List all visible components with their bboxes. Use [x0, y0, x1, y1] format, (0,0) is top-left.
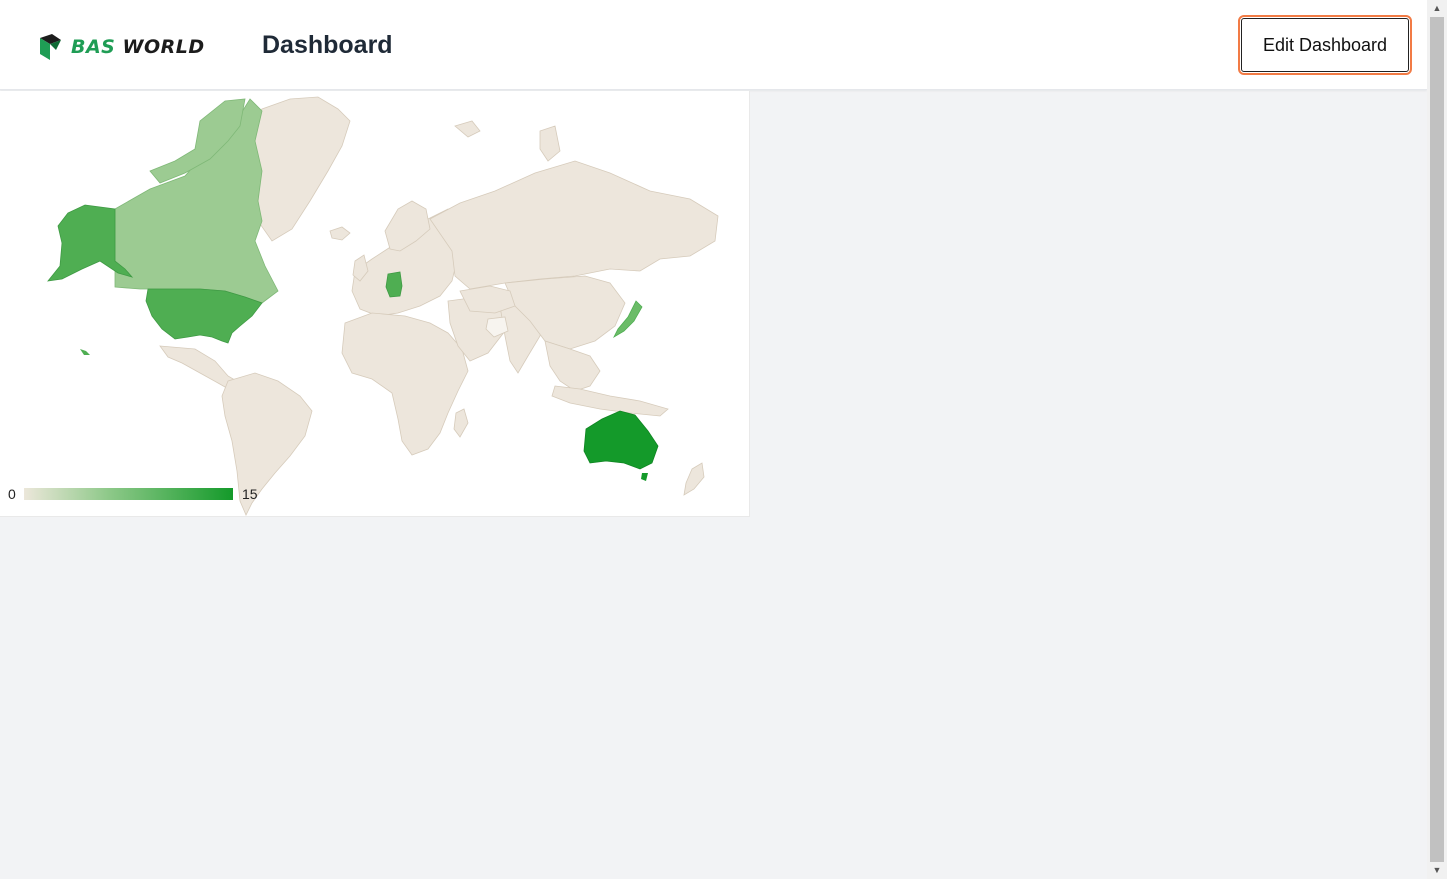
region-new-zealand: [683, 462, 705, 496]
logo-text-bas: BAS: [71, 36, 116, 58]
world-map: [47, 96, 719, 516]
scroll-down-arrow-icon[interactable]: ▼: [1427, 862, 1447, 879]
region-iceland: [329, 226, 351, 241]
bas-world-logo[interactable]: BAS WORLD: [38, 33, 238, 61]
logo-text-world: WORLD: [122, 36, 205, 58]
region-hawaii: [80, 349, 90, 355]
scrollbar-thumb[interactable]: [1430, 17, 1444, 862]
region-usa: [145, 288, 263, 344]
vertical-scrollbar[interactable]: ▲ ▼: [1427, 0, 1447, 879]
region-germany: [385, 271, 403, 298]
region-africa: [341, 312, 469, 456]
scroll-up-arrow-icon[interactable]: ▲: [1427, 0, 1447, 17]
legend-max-label: 15: [242, 486, 258, 502]
region-australia: [583, 410, 659, 470]
region-canada: [114, 98, 279, 304]
region-tasmania: [641, 473, 648, 481]
region-novaya-zemlya: [539, 125, 561, 162]
edit-dashboard-button[interactable]: Edit Dashboard: [1238, 15, 1412, 75]
region-south-america: [221, 372, 313, 516]
logo-wordmark: BAS WORLD: [71, 36, 205, 58]
region-svalbard: [454, 120, 481, 138]
geo-chart-card: 0 15: [0, 91, 750, 517]
legend-color-scale: [24, 488, 233, 500]
logo-mark-icon: [40, 34, 61, 60]
page-title: Dashboard: [262, 31, 393, 59]
region-indonesia: [551, 385, 669, 417]
top-header: BAS WORLD Dashboard Edit Dashboard: [0, 0, 1427, 90]
region-russia: [429, 160, 719, 290]
legend-min-label: 0: [8, 486, 16, 502]
region-madagascar: [453, 408, 469, 438]
